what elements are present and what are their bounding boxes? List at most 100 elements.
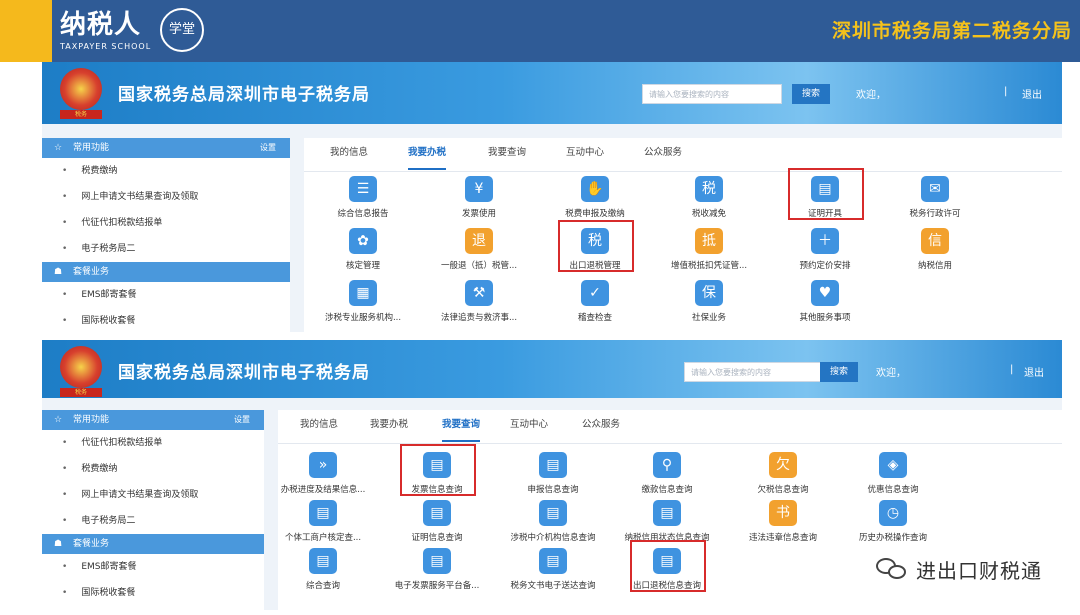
function-tile[interactable]: ＋ 预约定价安排 (770, 228, 880, 271)
function-tile[interactable]: ⚒ 法律追责与救济事... (424, 280, 534, 323)
tab-public-service[interactable]: 公众服务 (582, 410, 620, 440)
sidebar-section-common[interactable]: ☆ 常用功能 设置 (42, 138, 290, 158)
tab-my-info[interactable]: 我的信息 (300, 410, 338, 440)
function-tile[interactable]: 保社保业务 (654, 280, 764, 323)
function-tile[interactable]: 税税收减免 (654, 176, 764, 219)
search-input[interactable]: 请输入您要搜索的内容 (684, 362, 824, 382)
function-tile[interactable]: ✓ 稽查检查 (540, 280, 650, 323)
function-tile-label: 纳税信用 (917, 261, 952, 271)
sidebar-item[interactable]: • 电子税务局二 (42, 508, 264, 534)
function-tile[interactable]: ⚲ 缴款信息查询 (612, 452, 722, 495)
sidebar-section-package[interactable]: ☗ 套餐业务 (42, 534, 264, 554)
function-tile[interactable]: » 办税进度及结果信息... (268, 452, 378, 495)
sidebar-setting-link[interactable]: 设置 (260, 138, 276, 158)
function-tile[interactable]: ◈ 优惠信息查询 (838, 452, 948, 495)
search-button[interactable]: 搜索 (820, 362, 858, 382)
logout-link[interactable]: 退出 (1022, 86, 1042, 101)
function-tile[interactable]: 信纳税信用 (880, 228, 990, 271)
tab-handle-tax[interactable]: 我要办税 (408, 138, 447, 170)
header-separator: | (1010, 364, 1014, 375)
violation-query-icon: 书 (769, 500, 797, 526)
sidebar-item[interactable]: • 代征代扣税款结报单 (42, 210, 290, 236)
sidebar-item[interactable]: • 国际税收套餐 (42, 308, 290, 332)
sidebar-item[interactable]: • 国际税收套餐 (42, 580, 264, 606)
function-tile[interactable]: ☰ 综合信息报告 (308, 176, 418, 219)
tab-public-service[interactable]: 公众服务 (644, 138, 682, 168)
sidebar-item[interactable]: • 网上申请文书结果查询及领取 (42, 482, 264, 508)
e-invoice-icon: ▤ (423, 548, 451, 574)
tab-handle-tax[interactable]: 我要办税 (370, 410, 408, 440)
function-tile[interactable]: ▦ 涉税专业服务机构... (308, 280, 418, 323)
sidebar-section-common[interactable]: ☆ 常用功能 设置 (42, 410, 264, 430)
function-tile[interactable]: ▤ 证明信息查询 (382, 500, 492, 543)
tax-relief-icon: 税 (695, 176, 723, 202)
function-tile[interactable]: ✿ 核定管理 (308, 228, 418, 271)
tab-query[interactable]: 我要查询 (488, 138, 526, 168)
function-tile[interactable]: 欠欠税信息查询 (728, 452, 838, 495)
function-tile[interactable]: ▤ 涉税中介机构信息查询 (498, 500, 608, 543)
assessment-icon: ✿ (349, 228, 377, 254)
sidebar-item-label: 网上申请文书结果查询及领取 (81, 192, 199, 202)
portal-header: 税务 国家税务总局深圳市电子税务局 请输入您要搜索的内容 搜索 欢迎， | 退出 (42, 62, 1062, 124)
sidebar: ☆ 常用功能 设置 • 税费缴纳 • 网上申请文书结果查询及领取 • 代征代扣税款结报… (42, 138, 290, 332)
tax-emblem-icon (60, 346, 102, 388)
function-tile[interactable]: ✉ 税务行政许可 (880, 176, 990, 219)
sidebar-item-label: 国际税收套餐 (81, 316, 136, 326)
sidebar: ☆ 常用功能 设置 • 代征代扣税款结报单 • 税费缴纳 • 网上申请文书结果查询及领… (42, 410, 264, 610)
function-tile[interactable]: ▤ 申报信息查询 (498, 452, 608, 495)
logout-link[interactable]: 退出 (1024, 364, 1044, 379)
bullet-icon: • (62, 516, 68, 526)
sidebar-section-package[interactable]: ☗ 套餐业务 (42, 262, 290, 282)
sidebar-item[interactable]: • EMS邮寄套餐 (42, 554, 264, 580)
function-tile-label: 稽查检查 (577, 313, 612, 323)
function-tile-label: 涉税中介机构信息查询 (510, 533, 596, 543)
tab-interaction[interactable]: 互动中心 (566, 138, 604, 168)
function-tile-label: 缴款信息查询 (641, 485, 693, 495)
arrears-query-icon: 欠 (769, 452, 797, 478)
function-tile[interactable]: ▤ 综合查询 (268, 548, 378, 591)
tab-my-info[interactable]: 我的信息 (330, 138, 368, 168)
sidebar-item[interactable]: • 网上申请文书结果查询及领取 (42, 184, 290, 210)
sidebar-item[interactable]: • 代征代扣税款结报单 (42, 430, 264, 456)
vat-deduction-icon: 抵 (695, 228, 723, 254)
search-button[interactable]: 搜索 (792, 84, 830, 104)
function-tile[interactable]: ✋ 税费申报及缴纳 (540, 176, 650, 219)
function-tile[interactable]: ¥ 发票使用 (424, 176, 534, 219)
sidebar-item-label: 网上申请文书结果查询及领取 (81, 490, 199, 500)
sidebar-item[interactable]: • 电子税务局二 (42, 236, 290, 262)
function-tile[interactable]: ▤ 个体工商户核定查... (268, 500, 378, 543)
logo-mark-icon: 学堂 (160, 8, 204, 52)
sidebar-item-label: 国际税收套餐 (81, 588, 136, 598)
function-tile-label: 法律追责与救济事... (440, 313, 518, 323)
sidebar-item[interactable]: • EMS邮寄套餐 (42, 282, 290, 308)
function-tile-label: 优惠信息查询 (867, 485, 919, 495)
function-tile-label: 申报信息查询 (527, 485, 579, 495)
function-tile[interactable]: 抵增值税抵扣凭证管... (654, 228, 764, 271)
function-tile-label: 综合查询 (305, 581, 340, 591)
search-input[interactable]: 请输入您要搜索的内容 (642, 84, 782, 104)
tab-interaction[interactable]: 互动中心 (510, 410, 548, 440)
bullet-icon: • (62, 316, 68, 326)
function-tile-label: 一般退（抵）税管... (440, 261, 518, 271)
function-tile[interactable]: ▤ 税务文书电子送达查询 (498, 548, 608, 591)
tab-query[interactable]: 我要查询 (442, 410, 481, 442)
bullet-icon: • (62, 464, 68, 474)
function-tile-label: 预约定价安排 (799, 261, 851, 271)
sidebar-item[interactable]: • 税费缴纳 (42, 456, 264, 482)
wechat-icon (876, 556, 910, 582)
payment-query-icon: ⚲ (653, 452, 681, 478)
sidebar-setting-link[interactable]: 设置 (234, 410, 250, 430)
portal-body: ☆ 常用功能 设置 • 税费缴纳 • 网上申请文书结果查询及领取 • 代征代扣税款结报… (42, 124, 1062, 332)
function-tile[interactable]: ◷ 历史办税操作查询 (838, 500, 948, 543)
function-tile[interactable]: 退一般退（抵）税管... (424, 228, 534, 271)
function-tile[interactable]: ♥ 其他服务事项 (770, 280, 880, 323)
function-tile[interactable]: ▤ 电子发票服务平台备... (382, 548, 492, 591)
sidebar-item[interactable]: • 税费缴纳 (42, 158, 290, 184)
social-security-icon: 保 (695, 280, 723, 306)
history-query-icon: ◷ (879, 500, 907, 526)
bullet-icon: • (62, 490, 68, 500)
sidebar-section-label: 套餐业务 (72, 539, 109, 549)
function-tile[interactable]: 书违法违章信息查询 (728, 500, 838, 543)
function-tile[interactable]: ▤ 纳税信用状态信息查询 (612, 500, 722, 543)
law-icon: ⚒ (465, 280, 493, 306)
